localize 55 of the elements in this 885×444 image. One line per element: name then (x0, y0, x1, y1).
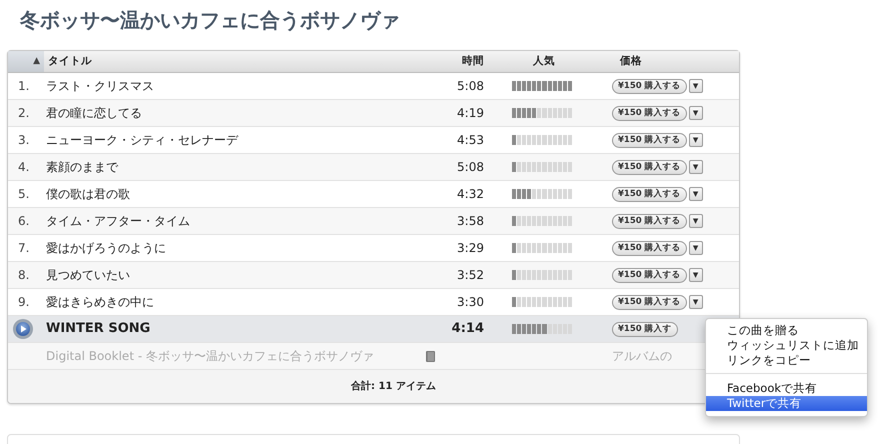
buy-button[interactable]: ¥150 購入する (612, 106, 687, 120)
track-number: 3. (17, 132, 30, 149)
buy-button[interactable]: ¥150 購入する (612, 268, 687, 282)
column-header[interactable]: タイトル (48, 54, 92, 67)
menu-item[interactable]: この曲を贈る (706, 323, 867, 338)
total-count: 合計: 11 アイテム (351, 380, 436, 394)
buy-button[interactable]: ¥150 購入する (612, 294, 687, 310)
track-title: WINTER SONG (46, 321, 150, 336)
buy-button[interactable]: ¥150 購入する (612, 186, 687, 202)
track-duration: 4:14 (452, 321, 484, 336)
column-header[interactable]: 時間 (462, 54, 484, 67)
buy-button[interactable]: ¥150 購入す (612, 322, 678, 336)
column-header[interactable]: 価格 (620, 54, 642, 67)
buy-button[interactable]: ¥150 購入する (612, 78, 687, 94)
track-duration: 3:52 (457, 268, 484, 282)
track-title: 僕の歌は君の歌 (46, 187, 130, 201)
track-duration: 3:58 (457, 214, 484, 228)
track-title: ニューヨーク・シティ・セレナーデ (46, 133, 238, 147)
track-number: 4. (17, 159, 30, 176)
sort-arrow[interactable]: ▲ (33, 54, 40, 68)
menu-item[interactable]: Facebookで共有 (706, 381, 867, 396)
track-title: 愛はかげろうのように (46, 241, 166, 255)
track-title: 愛はきらめきの中に (46, 295, 154, 309)
buy-button[interactable]: ¥150 購入する (612, 240, 687, 256)
track-number: 5. (17, 186, 30, 203)
track-title: 君の瞳に恋してる (46, 106, 142, 120)
track-duration: 3:30 (457, 295, 484, 309)
menu-item[interactable]: リンクをコピー (706, 353, 867, 368)
album-only-label: アルバムの (612, 348, 672, 365)
track-duration: 5:08 (457, 160, 484, 174)
track-number: 9. (17, 294, 30, 311)
play-icon[interactable] (12, 318, 34, 340)
track-title: 見つめていたい (46, 268, 130, 282)
page-title: 冬ボッサ〜温かいカフェに合うボサノヴァ (20, 8, 401, 34)
menu-item[interactable]: Twitterで共有 (706, 396, 867, 411)
track-number: 2. (17, 105, 30, 122)
menu-item[interactable]: ウィッシュリストに追加 (706, 338, 867, 353)
track-duration: 4:19 (457, 106, 484, 120)
buy-button[interactable]: ¥150 購入する (612, 214, 687, 228)
track-title: タイム・アフター・タイム (46, 214, 190, 228)
track-number: 8. (17, 267, 30, 284)
track-number: 6. (17, 213, 30, 230)
track-title: 素顔のままで (46, 160, 118, 174)
track-duration: 3:29 (457, 241, 484, 255)
buy-button[interactable]: ¥150 購入する (612, 160, 687, 174)
track-duration: 4:53 (457, 133, 484, 147)
track-title: ラスト・クリスマス (46, 79, 154, 93)
column-header[interactable]: 人気 (533, 54, 555, 67)
track-number: 7. (17, 240, 30, 257)
booklet-title: Digital Booklet - 冬ボッサ〜温かいカフェに合うボサノヴァ (46, 349, 374, 363)
track-duration: 5:08 (457, 79, 484, 93)
buy-button[interactable]: ¥150 購入する (612, 132, 687, 148)
book-icon (426, 351, 435, 362)
track-number: 1. (17, 78, 30, 95)
track-duration: 4:32 (457, 187, 484, 201)
